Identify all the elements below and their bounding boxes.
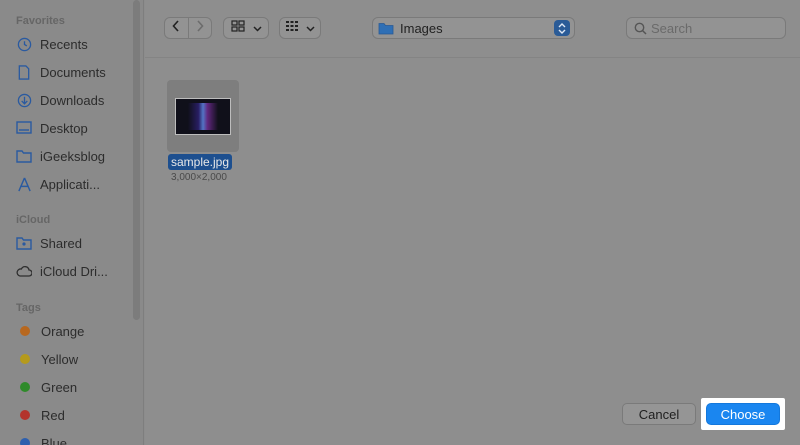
- file-dimensions: 3,000×2,000: [171, 172, 227, 183]
- sidebar-item-label: iGeeksblog: [40, 148, 106, 164]
- sidebar-item-tag-orange[interactable]: Orange: [16, 320, 136, 342]
- location-popup[interactable]: Images: [372, 17, 575, 39]
- desktop-icon: [16, 120, 32, 136]
- sidebar-item-applications[interactable]: Applicati...: [16, 173, 136, 195]
- cloud-icon: [16, 263, 32, 279]
- download-icon: [16, 92, 32, 108]
- favorites-header: Favorites: [16, 15, 65, 27]
- sidebar-item-downloads[interactable]: Downloads: [16, 89, 136, 111]
- navigation-buttons: [164, 17, 212, 39]
- tag-green-dot: [20, 382, 30, 392]
- tag-blue-dot: [20, 438, 30, 445]
- chevron-left-icon: [172, 19, 180, 37]
- chevron-down-icon: [252, 19, 262, 37]
- location-label: Images: [400, 20, 443, 36]
- image-thumbnail: [175, 97, 231, 135]
- chevron-right-icon: [196, 19, 204, 37]
- up-down-arrows-icon: [554, 20, 570, 36]
- sidebar-item-label: Green: [41, 379, 78, 395]
- sidebar-item-documents[interactable]: Documents: [16, 61, 136, 83]
- document-icon: [16, 64, 32, 80]
- sidebar-item-label: Recents: [40, 36, 88, 52]
- tag-red-dot: [20, 410, 30, 420]
- sidebar-item-tag-red[interactable]: Red: [16, 404, 136, 426]
- sidebar-item-label: Yellow: [41, 351, 79, 367]
- back-button[interactable]: [165, 18, 189, 38]
- tag-orange-dot: [20, 326, 30, 336]
- sidebar-item-label: Red: [41, 407, 65, 423]
- sidebar-item-tag-yellow[interactable]: Yellow: [16, 348, 136, 370]
- folder-icon: [378, 22, 394, 35]
- search-icon: [634, 22, 647, 35]
- sidebar: Favorites Recents Documents Downloads De…: [0, 0, 144, 445]
- sidebar-item-shared[interactable]: Shared: [16, 232, 136, 254]
- icon-grid-icon: [230, 19, 245, 37]
- sidebar-item-recents[interactable]: Recents: [16, 33, 136, 55]
- sidebar-item-label: Documents: [40, 64, 106, 80]
- sidebar-item-label: Desktop: [40, 120, 88, 136]
- clock-icon: [16, 36, 32, 52]
- sidebar-item-desktop[interactable]: Desktop: [16, 117, 136, 139]
- choose-button[interactable]: Choose: [706, 403, 780, 425]
- sidebar-item-tag-blue[interactable]: Blue: [16, 432, 136, 445]
- group-grid-icon: [285, 19, 299, 37]
- search-input[interactable]: [651, 20, 771, 36]
- file-name-label: sample.jpg: [168, 154, 233, 170]
- sidebar-item-label: Orange: [41, 323, 85, 339]
- tags-header: Tags: [16, 302, 41, 314]
- group-button[interactable]: [279, 17, 321, 39]
- sidebar-item-label: Shared: [40, 235, 82, 251]
- icloud-header: iCloud: [16, 214, 51, 226]
- sidebar-item-igeeksblog[interactable]: iGeeksblog: [16, 145, 136, 167]
- file-thumbnail-frame: [167, 80, 239, 152]
- forward-button[interactable]: [189, 18, 212, 38]
- file-item-sample[interactable]: sample.jpg 3,000×2,000: [167, 80, 243, 183]
- sidebar-item-icloud-drive[interactable]: iCloud Dri...: [16, 260, 136, 282]
- shared-folder-icon: [16, 235, 32, 251]
- sidebar-item-label: iCloud Dri...: [40, 263, 108, 279]
- toolbar: Images: [145, 0, 800, 58]
- file-browser: Images Search sample.jpg 3,000×2,000 Can…: [145, 0, 800, 445]
- search-field[interactable]: [626, 17, 786, 39]
- sidebar-item-label: Blue: [41, 435, 68, 445]
- cancel-button[interactable]: Cancel: [622, 403, 696, 425]
- view-mode-button[interactable]: [223, 17, 269, 39]
- sidebar-item-label: Downloads: [40, 92, 105, 108]
- applications-icon: [16, 176, 32, 192]
- folder-icon: [16, 148, 32, 164]
- chevron-down-icon: [306, 19, 315, 37]
- sidebar-item-tag-green[interactable]: Green: [16, 376, 136, 398]
- tag-yellow-dot: [20, 354, 30, 364]
- sidebar-item-label: Applicati...: [40, 176, 100, 192]
